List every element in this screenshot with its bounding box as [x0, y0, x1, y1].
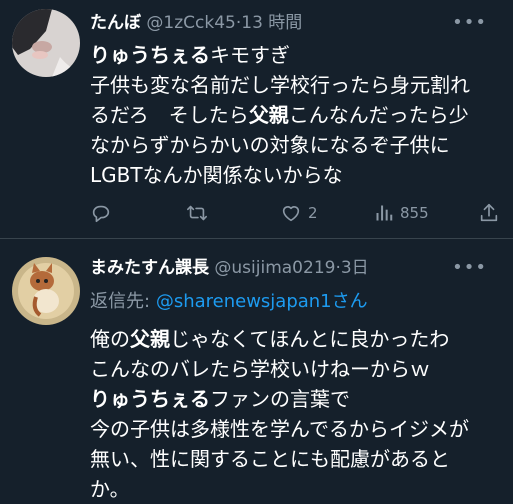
views-count: 855 — [400, 204, 429, 222]
text-line: 今の子供は多様性を学んでるからイジメが — [90, 417, 469, 441]
share-icon — [480, 203, 498, 222]
text-line: LGBTなんか関係ないからな — [90, 163, 343, 187]
user-handle[interactable]: @1zCck45 — [146, 13, 235, 33]
views-icon — [376, 205, 393, 221]
tweet-actions: 2 855 — [90, 199, 501, 227]
more-options-icon[interactable]: ••• — [452, 254, 487, 282]
reply-label: 返信先: — [90, 291, 151, 312]
tweet-text: りゅうちぇるキモすぎ 子供も変な名前だし学校行ったら身元割れ るだろ そしたら父… — [90, 40, 499, 190]
text-line: るだろ そしたら — [90, 103, 249, 127]
share-button[interactable] — [478, 199, 500, 227]
retweet-icon — [187, 205, 207, 221]
tweet[interactable]: まみたすん課長 @usijima0219·3日 ••• 返信先: @sharen… — [0, 239, 513, 501]
like-button[interactable]: 2 — [280, 199, 318, 227]
text-line: キモすぎ — [210, 43, 290, 67]
user-handle[interactable]: @usijima0219 — [214, 258, 335, 278]
reply-target-suffix[interactable]: さん — [332, 291, 368, 312]
avatar[interactable] — [12, 257, 80, 325]
text-bold: りゅうちぇる — [90, 387, 210, 411]
avatar[interactable] — [12, 9, 80, 77]
like-count: 2 — [308, 204, 318, 222]
text-line: じゃなくてほんとに良かったわ — [170, 327, 450, 351]
display-name[interactable]: まみたすん課長 — [90, 258, 209, 278]
retweet-button[interactable] — [186, 199, 208, 227]
text-line: こんなのバレたら学校いけねーからｗ — [90, 357, 430, 381]
text-line: 子供も変な名前だし学校行ったら身元割れ — [90, 73, 470, 97]
timestamp[interactable]: 13 時間 — [241, 13, 302, 33]
text-bold: りゅうちぇる — [90, 43, 210, 67]
text-line: ファンの言葉で — [210, 387, 350, 411]
tweet-text: 俺の父親じゃなくてほんとに良かったわ こんなのバレたら学校いけねーからｗ りゅう… — [90, 324, 499, 504]
tweet-header: たんぼ @1zCck45·13 時間 ••• — [90, 9, 501, 37]
reply-target-handle[interactable]: @sharenewsjapan1 — [156, 291, 332, 312]
timestamp[interactable]: 3日 — [341, 258, 369, 278]
reply-context: 返信先: @sharenewsjapan1さん — [90, 288, 368, 316]
tweet-header: まみたすん課長 @usijima0219·3日 ••• — [90, 254, 501, 282]
heart-icon — [282, 206, 300, 222]
text-line: こんなんだったら少 — [288, 103, 469, 127]
views-button[interactable]: 855 — [374, 199, 429, 227]
text-line: なからずからかいの対象になるぞ子供に — [90, 133, 450, 157]
reply-button[interactable] — [90, 199, 112, 227]
display-name[interactable]: たんぼ — [90, 13, 141, 33]
text-bold: 父親 — [130, 327, 170, 351]
text-line: 俺の — [90, 327, 130, 351]
text-line: か。 — [90, 477, 130, 501]
reply-target-link[interactable]: @sharenewsjapan1さん — [156, 291, 368, 312]
more-options-icon[interactable]: ••• — [452, 9, 487, 37]
tweet[interactable]: たんぼ @1zCck45·13 時間 ••• りゅうちぇるキモすぎ 子供も変な名… — [0, 0, 513, 238]
reply-icon — [92, 205, 110, 223]
text-line: 無い、性に関することにも配慮があると — [90, 447, 450, 471]
text-bold: 父親 — [248, 103, 289, 127]
